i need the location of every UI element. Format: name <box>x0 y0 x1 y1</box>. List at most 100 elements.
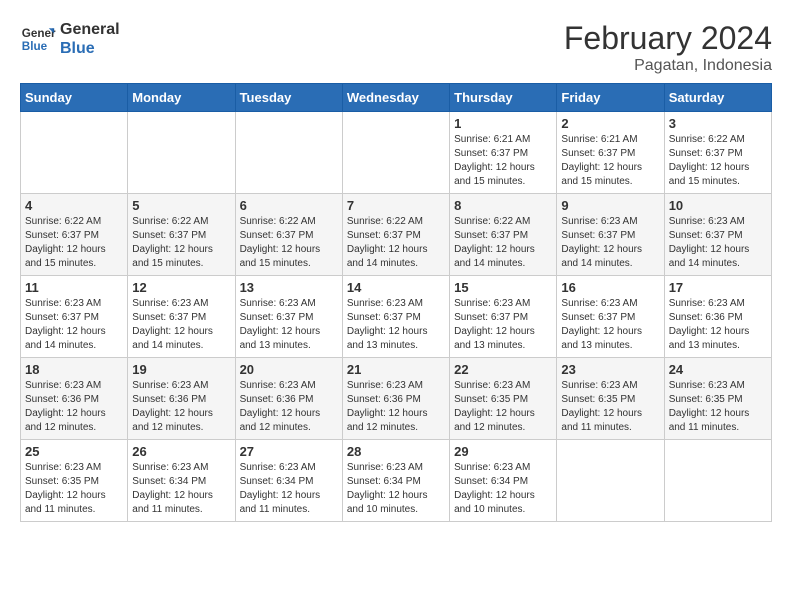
calendar-cell: 10 Sunrise: 6:23 AMSunset: 6:37 PMDayligh… <box>664 194 771 276</box>
day-info: Sunrise: 6:23 AMSunset: 6:34 PMDaylight:… <box>347 461 445 517</box>
day-info: Sunrise: 6:23 AMSunset: 6:36 PMDaylight:… <box>25 379 123 435</box>
day-number: 21 <box>347 362 445 377</box>
day-number: 14 <box>347 280 445 295</box>
day-info: Sunrise: 6:22 AMSunset: 6:37 PMDaylight:… <box>240 215 338 271</box>
weekday-header-saturday: Saturday <box>664 84 771 112</box>
calendar-cell: 27 Sunrise: 6:23 AMSunset: 6:34 PMDayligh… <box>235 440 342 522</box>
day-info: Sunrise: 6:23 AMSunset: 6:37 PMDaylight:… <box>347 297 445 353</box>
day-number: 7 <box>347 198 445 213</box>
day-info: Sunrise: 6:23 AMSunset: 6:35 PMDaylight:… <box>454 379 552 435</box>
week-row-4: 18 Sunrise: 6:23 AMSunset: 6:36 PMDayligh… <box>21 358 772 440</box>
day-number: 1 <box>454 116 552 131</box>
calendar-cell: 15Sunrise: 6:23 AMSunset: 6:37 PMDayligh… <box>450 276 557 358</box>
location: Pagatan, Indonesia <box>564 57 772 75</box>
day-info: Sunrise: 6:23 AMSunset: 6:35 PMDaylight:… <box>561 379 659 435</box>
day-number: 13 <box>240 280 338 295</box>
day-number: 24 <box>669 362 767 377</box>
day-number: 23 <box>561 362 659 377</box>
title-block: February 2024 Pagatan, Indonesia <box>564 20 772 75</box>
logo-blue: Blue <box>60 39 120 58</box>
day-number: 10 <box>669 198 767 213</box>
svg-text:Blue: Blue <box>22 40 48 53</box>
calendar-cell <box>235 112 342 194</box>
day-info: Sunrise: 6:23 AMSunset: 6:37 PMDaylight:… <box>132 297 230 353</box>
weekday-header-friday: Friday <box>557 84 664 112</box>
calendar-cell: 24 Sunrise: 6:23 AMSunset: 6:35 PMDayligh… <box>664 358 771 440</box>
calendar-cell: 29 Sunrise: 6:23 AMSunset: 6:34 PMDayligh… <box>450 440 557 522</box>
weekday-header-sunday: Sunday <box>21 84 128 112</box>
calendar-cell: 3 Sunrise: 6:22 AMSunset: 6:37 PMDaylight… <box>664 112 771 194</box>
day-info: Sunrise: 6:21 AMSunset: 6:37 PMDaylight:… <box>561 133 659 189</box>
calendar-cell: 20Sunrise: 6:23 AMSunset: 6:36 PMDayligh… <box>235 358 342 440</box>
calendar-cell: 28Sunrise: 6:23 AMSunset: 6:34 PMDayligh… <box>342 440 449 522</box>
day-number: 18 <box>25 362 123 377</box>
day-info: Sunrise: 6:23 AMSunset: 6:37 PMDaylight:… <box>669 215 767 271</box>
calendar-cell: 18 Sunrise: 6:23 AMSunset: 6:36 PMDayligh… <box>21 358 128 440</box>
day-info: Sunrise: 6:23 AMSunset: 6:35 PMDaylight:… <box>25 461 123 517</box>
logo: General Blue General Blue <box>20 20 120 58</box>
calendar-cell: 5 Sunrise: 6:22 AMSunset: 6:37 PMDaylight… <box>128 194 235 276</box>
day-number: 9 <box>561 198 659 213</box>
day-number: 25 <box>25 444 123 459</box>
calendar-cell: 16 Sunrise: 6:23 AMSunset: 6:37 PMDayligh… <box>557 276 664 358</box>
day-info: Sunrise: 6:23 AMSunset: 6:34 PMDaylight:… <box>132 461 230 517</box>
day-number: 4 <box>25 198 123 213</box>
page-header: General Blue General Blue February 2024 … <box>20 20 772 75</box>
day-info: Sunrise: 6:23 AMSunset: 6:37 PMDaylight:… <box>561 215 659 271</box>
day-number: 29 <box>454 444 552 459</box>
week-row-1: 1 Sunrise: 6:21 AMSunset: 6:37 PMDaylight… <box>21 112 772 194</box>
logo-general: General <box>60 20 120 39</box>
calendar-cell: 19 Sunrise: 6:23 AMSunset: 6:36 PMDayligh… <box>128 358 235 440</box>
day-info: Sunrise: 6:23 AMSunset: 6:35 PMDaylight:… <box>669 379 767 435</box>
calendar-cell: 22 Sunrise: 6:23 AMSunset: 6:35 PMDayligh… <box>450 358 557 440</box>
calendar-cell: 17Sunrise: 6:23 AMSunset: 6:36 PMDayligh… <box>664 276 771 358</box>
day-number: 5 <box>132 198 230 213</box>
day-number: 22 <box>454 362 552 377</box>
calendar-cell: 12 Sunrise: 6:23 AMSunset: 6:37 PMDayligh… <box>128 276 235 358</box>
day-info: Sunrise: 6:22 AMSunset: 6:37 PMDaylight:… <box>454 215 552 271</box>
day-number: 17 <box>669 280 767 295</box>
day-info: Sunrise: 6:21 AMSunset: 6:37 PMDaylight:… <box>454 133 552 189</box>
day-info: Sunrise: 6:23 AMSunset: 6:34 PMDaylight:… <box>240 461 338 517</box>
calendar-cell: 13Sunrise: 6:23 AMSunset: 6:37 PMDayligh… <box>235 276 342 358</box>
logo-icon: General Blue <box>20 21 56 57</box>
month-year: February 2024 <box>564 20 772 57</box>
calendar-cell: 4Sunrise: 6:22 AMSunset: 6:37 PMDaylight… <box>21 194 128 276</box>
day-number: 27 <box>240 444 338 459</box>
day-number: 12 <box>132 280 230 295</box>
day-number: 26 <box>132 444 230 459</box>
day-number: 3 <box>669 116 767 131</box>
day-number: 6 <box>240 198 338 213</box>
calendar-cell: 25 Sunrise: 6:23 AMSunset: 6:35 PMDayligh… <box>21 440 128 522</box>
week-row-5: 25 Sunrise: 6:23 AMSunset: 6:35 PMDayligh… <box>21 440 772 522</box>
calendar-cell: 2 Sunrise: 6:21 AMSunset: 6:37 PMDaylight… <box>557 112 664 194</box>
day-info: Sunrise: 6:23 AMSunset: 6:36 PMDaylight:… <box>132 379 230 435</box>
calendar-cell <box>21 112 128 194</box>
day-info: Sunrise: 6:22 AMSunset: 6:37 PMDaylight:… <box>347 215 445 271</box>
calendar-cell: 7 Sunrise: 6:22 AMSunset: 6:37 PMDaylight… <box>342 194 449 276</box>
day-info: Sunrise: 6:23 AMSunset: 6:37 PMDaylight:… <box>25 297 123 353</box>
weekday-header-tuesday: Tuesday <box>235 84 342 112</box>
day-info: Sunrise: 6:23 AMSunset: 6:34 PMDaylight:… <box>454 461 552 517</box>
day-info: Sunrise: 6:23 AMSunset: 6:37 PMDaylight:… <box>561 297 659 353</box>
day-info: Sunrise: 6:22 AMSunset: 6:37 PMDaylight:… <box>669 133 767 189</box>
day-number: 2 <box>561 116 659 131</box>
week-row-3: 11 Sunrise: 6:23 AMSunset: 6:37 PMDayligh… <box>21 276 772 358</box>
weekday-header-thursday: Thursday <box>450 84 557 112</box>
day-info: Sunrise: 6:22 AMSunset: 6:37 PMDaylight:… <box>132 215 230 271</box>
day-number: 19 <box>132 362 230 377</box>
day-info: Sunrise: 6:23 AMSunset: 6:37 PMDaylight:… <box>454 297 552 353</box>
calendar-cell: 26 Sunrise: 6:23 AMSunset: 6:34 PMDayligh… <box>128 440 235 522</box>
day-info: Sunrise: 6:23 AMSunset: 6:36 PMDaylight:… <box>240 379 338 435</box>
calendar-cell <box>664 440 771 522</box>
calendar-cell: 11 Sunrise: 6:23 AMSunset: 6:37 PMDayligh… <box>21 276 128 358</box>
day-number: 16 <box>561 280 659 295</box>
day-info: Sunrise: 6:23 AMSunset: 6:36 PMDaylight:… <box>347 379 445 435</box>
weekday-header-wednesday: Wednesday <box>342 84 449 112</box>
day-number: 8 <box>454 198 552 213</box>
day-number: 11 <box>25 280 123 295</box>
calendar-cell <box>342 112 449 194</box>
calendar-cell <box>557 440 664 522</box>
calendar-cell: 8 Sunrise: 6:22 AMSunset: 6:37 PMDaylight… <box>450 194 557 276</box>
calendar-cell: 14 Sunrise: 6:23 AMSunset: 6:37 PMDayligh… <box>342 276 449 358</box>
